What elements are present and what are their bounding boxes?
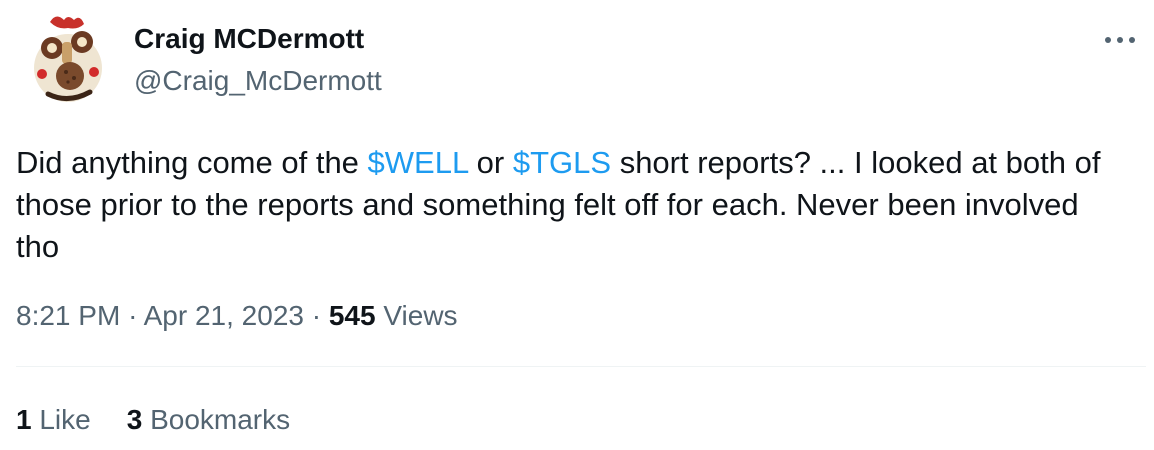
likes-label: Like <box>39 404 91 435</box>
author-info: Craig MCDermott @Craig_McDermott <box>134 22 382 98</box>
more-button[interactable] <box>1100 28 1140 52</box>
views-label: Views <box>383 300 458 331</box>
likes-stat[interactable]: 1 Like <box>16 400 91 440</box>
display-name[interactable]: Craig MCDermott <box>134 22 382 56</box>
cashtag-well[interactable]: $WELL <box>368 145 469 180</box>
user-handle[interactable]: @Craig_McDermott <box>134 64 382 98</box>
tweet-meta: 8:21 PM · Apr 21, 2023 · 545 Views <box>16 296 458 336</box>
views-count: 545 <box>328 300 376 331</box>
engagement-stats: 1 Like 3 Bookmarks <box>16 400 290 440</box>
divider <box>16 366 1146 367</box>
more-horizontal-icon <box>1105 37 1135 43</box>
avatar-image <box>20 12 116 108</box>
tweet-time[interactable]: 8:21 PM <box>16 300 120 331</box>
bookmarks-label: Bookmarks <box>150 404 291 435</box>
meta-separator: · <box>311 300 322 331</box>
tweet-text-segment: or <box>468 145 513 180</box>
tweet-text-segment: Did anything come of the <box>16 145 368 180</box>
tweet-text: Did anything come of the $WELL or $TGLS … <box>16 142 1126 268</box>
bookmarks-count: 3 <box>126 404 143 435</box>
meta-separator: · <box>128 300 138 331</box>
cashtag-tgls[interactable]: $TGLS <box>513 145 611 180</box>
tweet-date[interactable]: Apr 21, 2023 <box>144 300 304 331</box>
tweet-card: Craig MCDermott @Craig_McDermott Did any… <box>0 0 1154 450</box>
avatar[interactable] <box>20 12 116 108</box>
bookmarks-stat[interactable]: 3 Bookmarks <box>127 400 290 440</box>
likes-count: 1 <box>16 404 32 435</box>
